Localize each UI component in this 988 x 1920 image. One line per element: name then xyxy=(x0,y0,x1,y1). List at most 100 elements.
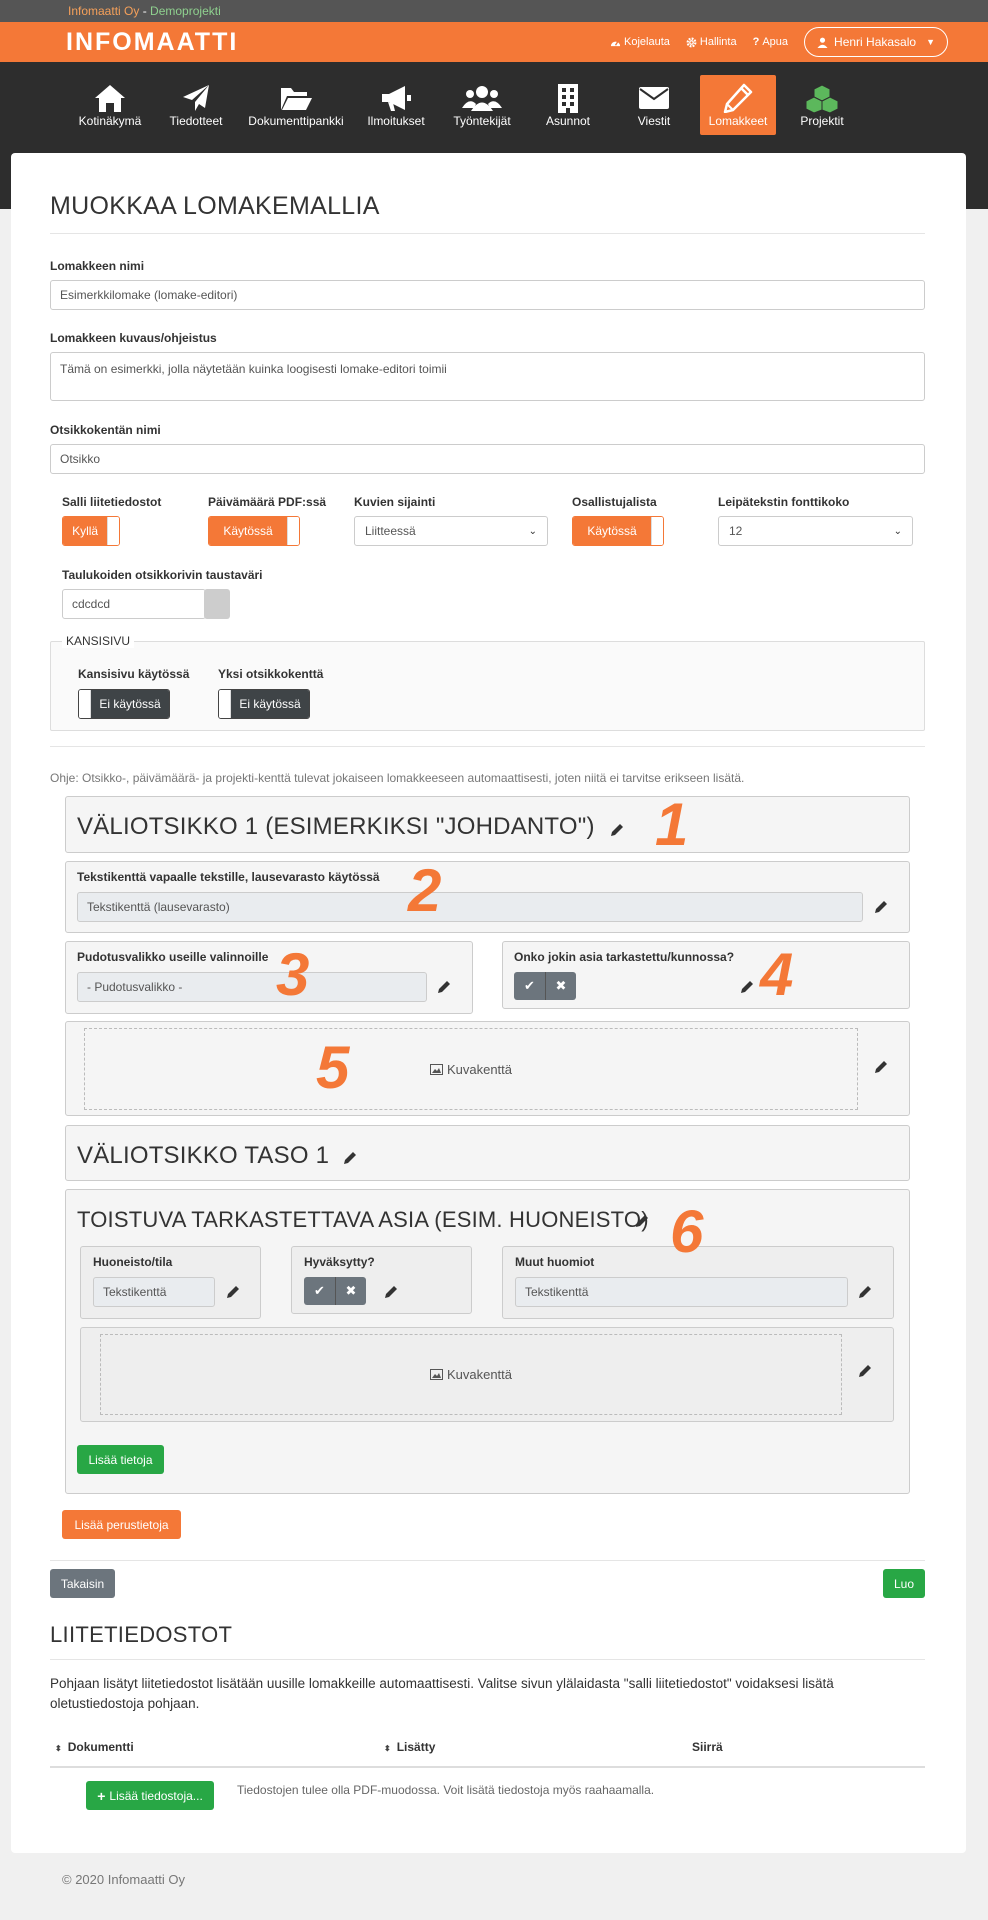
title-field-input[interactable]: Otsikko xyxy=(50,444,925,474)
edit-pencil-icon[interactable] xyxy=(858,1285,872,1299)
brand-logo[interactable]: INFOMAATTI xyxy=(66,28,238,57)
color-swatch[interactable] xyxy=(204,589,230,619)
add-files-label: Lisää tiedostoja... xyxy=(109,1788,203,1803)
nav-item-asunnot[interactable]: Asunnot xyxy=(528,75,608,135)
chevron-down-icon: ⌄ xyxy=(528,525,537,537)
envelope-icon xyxy=(639,86,669,109)
building-icon xyxy=(558,83,578,113)
column-header-added[interactable]: ⬍ Lisätty xyxy=(384,1740,435,1754)
company-name[interactable]: Infomaatti Oy xyxy=(68,4,139,18)
edit-pencil-icon[interactable] xyxy=(635,1214,649,1228)
edit-pencil-icon[interactable] xyxy=(343,1151,357,1165)
top-nav-admin[interactable]: Hallinta xyxy=(686,36,737,48)
form-name-input[interactable]: Esimerkkilomake (lomake-editori) xyxy=(50,280,925,310)
add-basic-info-button[interactable]: Lisää perustietoja xyxy=(62,1510,181,1539)
nav-item-ilmoitukset[interactable]: Ilmoitukset xyxy=(356,75,436,135)
project-name[interactable]: Demoprojekti xyxy=(150,4,221,18)
attachments-description: Pohjaan lisätyt liitetiedostot lisätään … xyxy=(50,1676,834,1711)
dropdown-label: Pudotusvalikko useille valinnoille xyxy=(77,950,269,964)
repeat-image-label: Kuvakenttä xyxy=(446,1367,513,1382)
single-title-value: Ei käytössä xyxy=(231,690,309,718)
cross-icon[interactable]: ✖ xyxy=(545,972,576,1000)
edit-pencil-icon[interactable] xyxy=(874,900,888,914)
allow-attachments-label: Salli liitetiedostot xyxy=(62,495,162,509)
table-header-divider xyxy=(50,1766,925,1768)
font-size-select[interactable]: 12 ⌄ xyxy=(718,516,913,546)
participants-value: Käytössä xyxy=(573,517,652,545)
edit-pencil-icon[interactable] xyxy=(858,1364,872,1378)
font-size-value: 12 xyxy=(729,524,743,538)
image-field-label: Kuvakenttä xyxy=(446,1061,513,1077)
nav-item-kotinakyma[interactable]: Kotinäkymä xyxy=(70,75,150,135)
nav-label: Ilmoitukset xyxy=(367,113,425,128)
image-position-select[interactable]: Liitteessä ⌄ xyxy=(354,516,548,546)
image-position-label: Kuvien sijainti xyxy=(354,495,436,509)
divider xyxy=(50,1659,925,1660)
top-nav-dashboard[interactable]: Kojelauta xyxy=(610,36,670,48)
nav-item-viestit[interactable]: Viestit xyxy=(614,75,694,135)
megaphone-icon xyxy=(382,85,411,111)
nav-item-projektit[interactable]: Projektit xyxy=(782,75,862,135)
single-title-toggle[interactable]: Ei käytössä xyxy=(218,689,310,719)
image-position-value: Liitteessä xyxy=(365,524,416,538)
plus-icon: + xyxy=(97,1787,106,1804)
edit-pencil-icon[interactable] xyxy=(874,1060,888,1074)
nav-label: Projektit xyxy=(800,113,844,128)
repeat-image-dropzone[interactable]: Kuvakenttä xyxy=(100,1334,842,1415)
nav-item-lomakkeet[interactable]: Lomakkeet xyxy=(700,74,776,135)
edit-pencil-icon[interactable] xyxy=(226,1285,240,1299)
participants-toggle[interactable]: Käytössä xyxy=(572,516,664,546)
top-nav-dashboard-label: Kojelauta xyxy=(624,36,670,48)
nav-item-tyontekijat[interactable]: Työntekijät xyxy=(442,75,522,135)
nav-item-tiedotteet[interactable]: Tiedotteet xyxy=(156,75,236,135)
edit-pencil-icon[interactable] xyxy=(740,980,754,994)
add-files-button[interactable]: + Lisää tiedostoja... xyxy=(86,1781,214,1810)
table-header-color-label: Taulukoiden otsikkorivin taustaväri xyxy=(62,568,263,582)
top-nav-help[interactable]: ? Apua xyxy=(753,36,788,48)
back-button[interactable]: Takaisin xyxy=(50,1569,115,1598)
edit-pencil-icon[interactable] xyxy=(610,823,624,837)
create-button[interactable]: Luo xyxy=(883,1569,925,1598)
table-header-color-value: cdcdcd xyxy=(72,597,111,611)
cover-fieldset xyxy=(50,641,925,731)
room-field-placeholder: Tekstikenttä xyxy=(103,1285,167,1299)
image-dropzone[interactable]: Kuvakenttä xyxy=(84,1028,858,1110)
allow-attachments-toggle[interactable]: Kyllä xyxy=(62,516,120,546)
column-header-move: Siirrä xyxy=(692,1740,723,1754)
form-desc-textarea[interactable]: Tämä on esimerkki, jolla näytetään kuink… xyxy=(50,352,925,401)
attachments-title: LIITETIEDOSTOT xyxy=(50,1622,233,1647)
nav-label: Dokumenttipankki xyxy=(248,113,344,128)
date-pdf-value: Käytössä xyxy=(209,517,288,545)
column-header-document[interactable]: ⬍ Dokumentti xyxy=(55,1740,134,1754)
dropdown-preview: - Pudotusvalikko - xyxy=(77,972,427,1002)
main-nav: Kotinäkymä Tiedotteet Dokumenttipankki I… xyxy=(0,62,988,147)
pencil-icon xyxy=(723,83,753,113)
table-header-color-input[interactable]: cdcdcd xyxy=(62,589,206,619)
chevron-down-icon: ⌄ xyxy=(893,525,902,537)
user-icon xyxy=(817,37,828,48)
user-menu-button[interactable]: Henri Hakasalo ▼ xyxy=(804,27,948,57)
title-field-label: Otsikkokentän nimi xyxy=(50,423,161,437)
top-nav-admin-label: Hallinta xyxy=(699,36,737,48)
top-strip-separator: - xyxy=(139,4,151,18)
cover-enabled-toggle[interactable]: Ei käytössä xyxy=(78,689,170,719)
add-info-button[interactable]: Lisää tietoja xyxy=(77,1445,164,1474)
edit-pencil-icon[interactable] xyxy=(384,1285,398,1299)
room-field-label: Huoneisto/tila xyxy=(93,1255,173,1269)
cross-icon[interactable]: ✖ xyxy=(335,1277,366,1305)
users-icon xyxy=(462,85,502,111)
check-icon[interactable]: ✔ xyxy=(304,1277,335,1305)
edit-pencil-icon[interactable] xyxy=(437,980,451,994)
annotation-number-1: 1 xyxy=(655,791,689,858)
nav-item-dokumenttipankki[interactable]: Dokumenttipankki xyxy=(242,75,350,135)
nav-label: Tiedotteet xyxy=(169,113,223,128)
room-field-preview: Tekstikenttä xyxy=(93,1277,215,1307)
check-icon[interactable]: ✔ xyxy=(514,972,545,1000)
title-field-value: Otsikko xyxy=(60,452,101,466)
form-desc-value: Tämä on esimerkki, jolla näytetään kuink… xyxy=(60,362,447,376)
date-pdf-toggle[interactable]: Käytössä xyxy=(208,516,300,546)
gear-icon xyxy=(686,37,697,47)
nav-label: Asunnot xyxy=(545,113,591,128)
footer-copyright: © 2020 Infomaatti Oy xyxy=(62,1872,186,1887)
text-field-preview: Tekstikenttä (lausevarasto) xyxy=(77,892,863,922)
